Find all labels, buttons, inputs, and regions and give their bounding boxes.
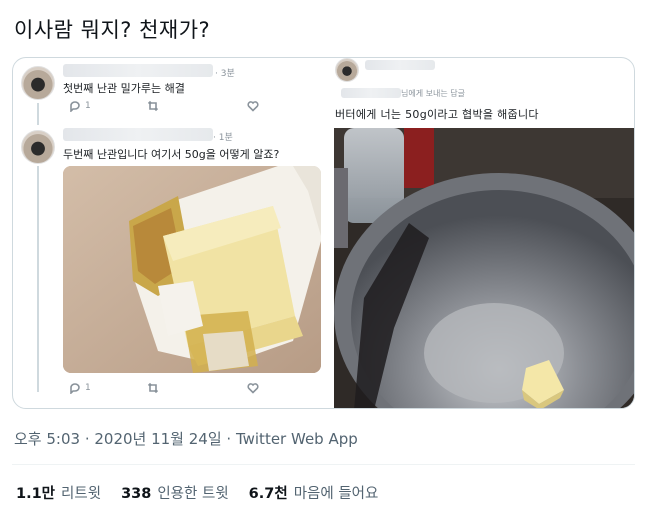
retweet-button[interactable]: [147, 100, 247, 112]
avatar: [335, 58, 359, 82]
username-blurred: [63, 64, 213, 77]
avatar: [21, 130, 55, 164]
reply-icon: [70, 101, 80, 112]
tweet-text: 이사람 뭐지? 천재가?: [14, 18, 211, 42]
retweets-label: 리트윗: [61, 486, 102, 502]
bowl-image: [334, 128, 634, 408]
butter-image: [63, 166, 321, 373]
reply-time: · 1분: [213, 133, 233, 143]
media-card[interactable]: · 3분 첫번째 난관 밀가루는 해결 1 · 1분 두번째 난관입니다 여기서…: [12, 57, 635, 409]
recipient-blurred: [341, 88, 401, 98]
quotes-label: 인용한 트윗: [157, 486, 229, 502]
thread-line: [37, 166, 39, 392]
reply-icon: [70, 383, 80, 394]
divider: [12, 464, 635, 465]
tweet-stats: 1.1만 리트윗 338 인용한 트윗 6.7천 마음에 들어요: [16, 482, 378, 503]
reply-to-label: 님에게 보내는 답글: [401, 89, 465, 98]
like-icon: [247, 101, 259, 112]
reply-count: 1: [85, 101, 91, 111]
avatar: [21, 66, 55, 100]
reply-actions: 1: [69, 100, 259, 112]
likes-label: 마음에 들어요: [293, 486, 379, 502]
like-button[interactable]: [247, 100, 259, 112]
reply-button[interactable]: 1: [69, 100, 147, 112]
quotes-count: 338: [121, 486, 152, 502]
bowl-photo[interactable]: [334, 128, 634, 408]
tweet-meta: 오후 5:03 · 2020년 11월 24일 · Twitter Web Ap…: [14, 430, 358, 448]
thread-line: [37, 103, 39, 125]
reply-count: 1: [85, 383, 91, 393]
quote-text: 버터에게 너는 50g이라고 협박을 해줍니다: [335, 108, 539, 121]
retweet-icon: [147, 100, 159, 112]
quotes-stat[interactable]: 338 인용한 트윗: [121, 482, 229, 503]
reply-text: 두번째 난관입니다 여기서 50g을 어떻게 알죠?: [63, 148, 280, 161]
retweet-button[interactable]: [147, 382, 247, 394]
retweet-icon: [147, 382, 159, 394]
username-blurred: [365, 60, 435, 70]
likes-count: 6.7천: [248, 486, 288, 502]
retweets-stat[interactable]: 1.1만 리트윗: [16, 482, 101, 503]
reply-time: · 3분: [215, 69, 235, 79]
like-button[interactable]: [247, 382, 259, 394]
reply-actions: 1: [69, 382, 259, 394]
butter-photo[interactable]: [63, 166, 321, 373]
likes-stat[interactable]: 6.7천 마음에 들어요: [249, 482, 379, 503]
username-blurred: [63, 128, 213, 141]
reply-button[interactable]: 1: [69, 382, 147, 394]
retweets-count: 1.1만: [16, 486, 56, 502]
like-icon: [247, 383, 259, 394]
reply-text: 첫번째 난관 밀가루는 해결: [63, 82, 185, 95]
